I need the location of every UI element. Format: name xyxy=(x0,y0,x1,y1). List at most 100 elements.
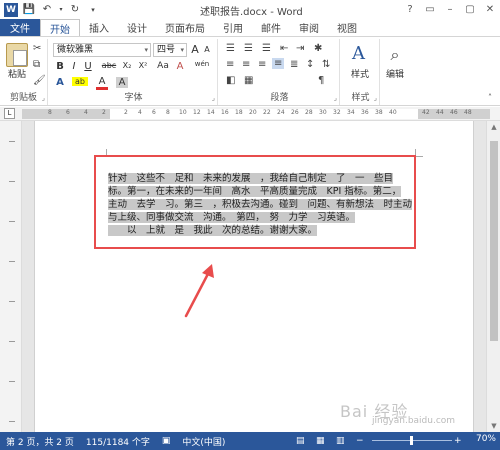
ruler-number: 6 xyxy=(152,109,156,116)
strikethrough-button[interactable]: abc xyxy=(100,61,118,70)
maximize-button[interactable]: ▢ xyxy=(460,0,480,19)
tab-design[interactable]: 设计 xyxy=(118,19,156,36)
selected-text: 与上级、同事做交流 沟通。 第四， 努 力学 习英语。 xyxy=(108,212,356,223)
redo-icon[interactable]: ↻ xyxy=(68,4,82,15)
change-case-button[interactable]: Aa xyxy=(156,61,170,71)
collapse-ribbon-icon[interactable]: ˄ xyxy=(488,93,492,102)
text-line: 以 上就 是 我此 次的总结。谢谢大家。 xyxy=(108,224,408,237)
borders-icon[interactable]: ▦ xyxy=(244,75,253,86)
clipboard-launcher-icon[interactable]: ⌟ xyxy=(42,94,45,102)
superscript-button[interactable]: X² xyxy=(136,61,150,70)
bold-button[interactable]: B xyxy=(54,61,66,72)
paste-button[interactable]: 粘贴 xyxy=(6,43,28,80)
crop-mark xyxy=(415,149,423,157)
zoom-level[interactable]: 70% xyxy=(476,434,496,444)
language-indicator[interactable]: 中文(中国) xyxy=(176,435,231,448)
decrease-indent-icon[interactable]: ⇤ xyxy=(280,43,288,54)
clipboard-label: 剪贴板 xyxy=(9,93,37,103)
font-size-select[interactable]: 四号 ▾ xyxy=(153,43,187,57)
tab-view[interactable]: 视图 xyxy=(328,19,366,36)
tab-home[interactable]: 开始 xyxy=(40,19,80,36)
sort-icon[interactable]: ⇅ xyxy=(322,59,330,70)
word-count[interactable]: 115/1184 个字 xyxy=(80,435,156,448)
bullets-icon[interactable]: ☰ xyxy=(226,43,235,54)
status-bar: 第 2 页，共 2 页 115/1184 个字 ▣ 中文(中国) ▤ ▦ ▥ −… xyxy=(0,432,500,450)
ruler-tick xyxy=(9,421,15,422)
proofing-icon[interactable]: ▣ xyxy=(156,436,177,446)
zoom-in-button[interactable]: + xyxy=(454,436,462,446)
scroll-down-icon[interactable]: ▼ xyxy=(487,420,500,432)
close-button[interactable]: ✕ xyxy=(480,0,500,19)
annotation-arrow-icon xyxy=(184,264,214,318)
shading-icon[interactable]: ◧ xyxy=(226,75,235,86)
tab-file[interactable]: 文件 xyxy=(0,19,40,36)
styles-launcher-icon[interactable]: ⌟ xyxy=(374,94,377,102)
clear-formatting-button[interactable]: A xyxy=(174,61,186,72)
print-layout-icon[interactable]: ▦ xyxy=(310,436,331,446)
ribbon-display-button[interactable]: ▭ xyxy=(420,0,440,19)
ruler-scale[interactable]: 8 6 4 2 2 4 6 8 10 12 14 16 18 20 22 24 … xyxy=(22,109,490,119)
zoom-slider-thumb[interactable] xyxy=(410,436,413,445)
phonetic-guide-button[interactable]: wén xyxy=(190,60,214,68)
show-marks-icon[interactable]: ¶ xyxy=(318,75,324,86)
web-layout-icon[interactable]: ▥ xyxy=(330,436,351,446)
character-shading-button[interactable]: A xyxy=(116,77,128,88)
ribbon: 粘贴 ✂ ⧉ 🖌 剪贴板 ⌟ 微软雅黑 ▾ 四号 ▾ A A B I U abc X… xyxy=(0,36,500,106)
copy-icon[interactable]: ⧉ xyxy=(33,59,40,70)
tab-mailings[interactable]: 邮件 xyxy=(252,19,290,36)
tab-insert[interactable]: 插入 xyxy=(80,19,118,36)
increase-indent-icon[interactable]: ⇥ xyxy=(296,43,304,54)
paragraph-launcher-icon[interactable]: ⌟ xyxy=(334,94,337,102)
document-title: 述职报告.docx - Word xyxy=(200,7,303,18)
font-launcher-icon[interactable]: ⌟ xyxy=(212,94,215,102)
numbering-icon[interactable]: ☰ xyxy=(244,43,253,54)
text-line: 标。第一，在未来的一年间 高水 平高质量完成 KPI 指标。第二， xyxy=(108,185,408,198)
save-icon[interactable]: 💾 xyxy=(22,4,36,15)
tab-selector[interactable]: L xyxy=(4,108,15,119)
multilevel-list-icon[interactable]: ☰ xyxy=(262,43,271,54)
tab-references[interactable]: 引用 xyxy=(214,19,252,36)
align-right-icon[interactable]: ≡ xyxy=(258,59,266,70)
font-color-button[interactable]: A xyxy=(96,76,108,90)
ruler-tick xyxy=(9,301,15,302)
align-left-icon[interactable]: ≡ xyxy=(226,59,234,70)
ruler-tick xyxy=(9,381,15,382)
line-spacing-icon[interactable]: ↕ xyxy=(306,59,314,70)
subscript-button[interactable]: X₂ xyxy=(120,61,134,70)
distributed-icon[interactable]: ≣ xyxy=(290,59,298,70)
undo-icon[interactable]: ↶ xyxy=(40,4,54,15)
underline-button[interactable]: U xyxy=(82,61,94,72)
highlight-button[interactable]: ab xyxy=(72,77,88,86)
zoom-out-button[interactable]: − xyxy=(356,436,364,446)
vertical-scrollbar[interactable]: ▲ ▼ xyxy=(486,121,500,432)
help-button[interactable]: ? xyxy=(400,0,420,19)
font-name-select[interactable]: 微软雅黑 ▾ xyxy=(53,43,151,57)
text-effects-button[interactable]: A xyxy=(54,77,66,88)
minimize-button[interactable]: – xyxy=(440,0,460,19)
customize-qat-icon[interactable]: ▾ xyxy=(86,6,100,14)
page-count[interactable]: 第 2 页，共 2 页 xyxy=(0,435,80,448)
format-painter-icon[interactable]: 🖌 xyxy=(33,75,46,86)
tab-page-layout[interactable]: 页面布局 xyxy=(156,19,214,36)
scroll-up-icon[interactable]: ▲ xyxy=(487,121,500,133)
justify-icon[interactable]: ≡ xyxy=(272,58,285,69)
vertical-ruler[interactable] xyxy=(0,121,22,432)
italic-button[interactable]: I xyxy=(68,61,80,72)
cut-icon[interactable]: ✂ xyxy=(33,43,41,54)
scroll-thumb[interactable] xyxy=(490,141,498,341)
read-mode-icon[interactable]: ▤ xyxy=(290,436,311,446)
editing-button[interactable]: ⌕ 编辑 xyxy=(384,43,406,80)
styles-icon: A xyxy=(352,43,365,64)
undo-dropdown-icon[interactable]: ▾ xyxy=(58,6,64,13)
grow-font-button[interactable]: A xyxy=(189,43,201,56)
tab-review[interactable]: 审阅 xyxy=(290,19,328,36)
align-center-icon[interactable]: ≡ xyxy=(242,59,250,70)
paragraph-label: 段落 xyxy=(270,93,289,103)
styles-button[interactable]: A 样式 xyxy=(348,43,372,80)
shrink-font-button[interactable]: A xyxy=(201,45,213,54)
editing-group: ⌕ 编辑 xyxy=(382,39,412,105)
ruler-tick xyxy=(9,181,15,182)
selected-paragraph[interactable]: 针对 这些不 足和 未来的发展 ，我给自己制定 了 一 些目 标。第一，在未来的… xyxy=(108,172,413,237)
chinese-layout-icon[interactable]: ✱ xyxy=(314,43,322,54)
font-label: 字体 xyxy=(124,93,143,103)
